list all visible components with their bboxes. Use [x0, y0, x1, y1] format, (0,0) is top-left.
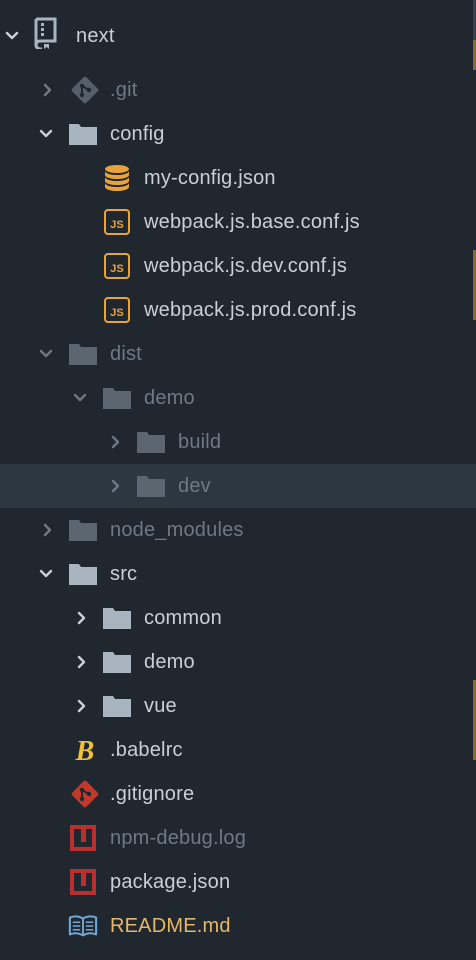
folder-icon — [136, 427, 166, 457]
svg-text:JS: JS — [110, 307, 123, 319]
git-folder-icon — [70, 75, 100, 105]
tree-item-label: .git — [110, 79, 138, 101]
tree-item-webpack-dev[interactable]: JS webpack.js.dev.conf.js — [0, 244, 476, 288]
tree-item-common[interactable]: common — [0, 596, 476, 640]
git-icon — [70, 779, 100, 809]
tree-item-label: common — [144, 607, 222, 629]
tree-item-vue[interactable]: vue — [0, 684, 476, 728]
folder-icon — [68, 515, 98, 545]
babel-icon: B — [70, 735, 100, 765]
folder-icon — [102, 691, 132, 721]
tree-item-label: npm-debug.log — [110, 827, 247, 849]
tree-item-label: webpack.js.dev.conf.js — [144, 255, 348, 277]
tree-item-label: my-config.json — [144, 167, 276, 189]
repo-icon — [30, 17, 60, 49]
tree-item-label: src — [110, 563, 138, 585]
folder-icon — [68, 339, 98, 369]
tree-item-config[interactable]: config — [0, 112, 476, 156]
tree-item-label: .babelrc — [110, 739, 183, 761]
folder-icon — [68, 559, 98, 589]
tree-item-node-modules[interactable]: node_modules — [0, 508, 476, 552]
tree-item-my-config-json[interactable]: my-config.json — [0, 156, 476, 200]
tree-item-label: dist — [110, 343, 142, 365]
tree-item-label: dev — [178, 475, 211, 497]
tree-item-label: .gitignore — [110, 783, 195, 805]
tree-item-dist-demo[interactable]: demo — [0, 376, 476, 420]
tree-item-src[interactable]: src — [0, 552, 476, 596]
tree-item-webpack-prod[interactable]: JS webpack.js.prod.conf.js — [0, 288, 476, 332]
svg-text:JS: JS — [110, 219, 123, 231]
tree-item-label: demo — [144, 387, 195, 409]
chevron-right-icon[interactable] — [72, 640, 92, 684]
folder-icon — [102, 647, 132, 677]
chevron-right-icon[interactable] — [72, 684, 92, 728]
svg-text:B: B — [75, 736, 95, 765]
folder-icon — [136, 471, 166, 501]
tree-root[interactable]: next — [0, 14, 476, 58]
chevron-right-icon[interactable] — [106, 464, 126, 508]
folder-icon — [102, 383, 132, 413]
npm-icon — [68, 823, 98, 853]
tree-item-label: demo — [144, 651, 195, 673]
tree-item-label: config — [110, 123, 165, 145]
chevron-right-icon[interactable] — [38, 68, 58, 112]
tree-item-label: webpack.js.base.conf.js — [144, 211, 360, 233]
tree-item-label: vue — [144, 695, 177, 717]
chevron-down-icon[interactable] — [70, 376, 90, 420]
tree-item-label: package.json — [110, 871, 231, 893]
chevron-down-icon[interactable] — [36, 112, 56, 156]
svg-text:JS: JS — [110, 263, 123, 275]
js-file-icon: JS — [102, 207, 132, 237]
js-file-icon: JS — [102, 251, 132, 281]
chevron-down-icon[interactable] — [2, 14, 22, 58]
js-file-icon: JS — [102, 295, 132, 325]
tree-root-label: next — [76, 25, 115, 47]
file-tree-panel: next .git config my-config.json JS webpa… — [0, 0, 476, 960]
tree-item-webpack-base[interactable]: JS webpack.js.base.conf.js — [0, 200, 476, 244]
json-file-icon — [102, 163, 132, 193]
chevron-right-icon[interactable] — [38, 508, 58, 552]
tree-item-build[interactable]: build — [0, 420, 476, 464]
tree-item-src-demo[interactable]: demo — [0, 640, 476, 684]
tree-item-npm-debug-log[interactable]: npm-debug.log — [0, 816, 476, 860]
tree-item-gitignore[interactable]: .gitignore — [0, 772, 476, 816]
tree-item-label: README.md — [110, 915, 231, 937]
tree-item-label: node_modules — [110, 519, 244, 541]
chevron-right-icon[interactable] — [72, 596, 92, 640]
chevron-down-icon[interactable] — [36, 332, 56, 376]
chevron-right-icon[interactable] — [106, 420, 126, 464]
folder-icon — [68, 119, 98, 149]
tree-item-package-json[interactable]: package.json — [0, 860, 476, 904]
tree-item-babelrc[interactable]: B .babelrc — [0, 728, 476, 772]
npm-icon — [68, 867, 98, 897]
tree-item-label: webpack.js.prod.conf.js — [144, 299, 357, 321]
tree-item-dev[interactable]: dev — [0, 464, 476, 508]
tree-item-git[interactable]: .git — [0, 68, 476, 112]
tree-item-readme[interactable]: README.md — [0, 904, 476, 948]
book-icon — [68, 911, 98, 941]
tree-item-dist[interactable]: dist — [0, 332, 476, 376]
folder-icon — [102, 603, 132, 633]
chevron-down-icon[interactable] — [36, 552, 56, 596]
tree-item-label: build — [178, 431, 222, 453]
